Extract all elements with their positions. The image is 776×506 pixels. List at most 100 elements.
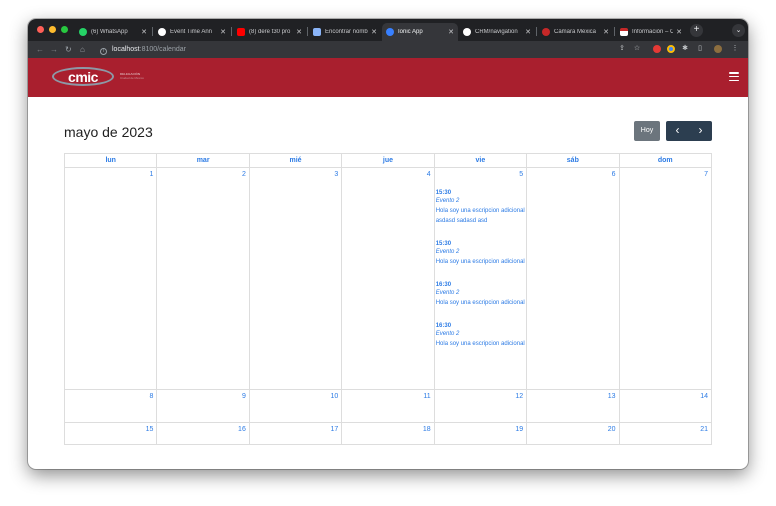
day-cell[interactable]: 6 [526,167,620,390]
day-cell[interactable]: 4 [341,167,435,390]
day-cell[interactable]: 13 [526,389,620,423]
day-number[interactable]: 1 [65,168,156,180]
day-number[interactable]: 21 [620,423,711,435]
calendar-event[interactable]: 16:30 Evento 2 Hola soy una escripcion a… [435,281,526,308]
day-cell[interactable]: 21 [618,422,713,445]
day-number[interactable]: 19 [435,423,526,435]
tab-camara-mexicana[interactable]: Cámara Mexica ✕ [538,23,613,41]
extensions-puzzle-icon[interactable]: ✱ [680,44,690,54]
day-cell[interactable]: 18 [341,422,435,445]
side-panel-icon[interactable]: ▯ [695,44,705,54]
tab-close-icon[interactable]: ✕ [296,28,302,36]
tab-title: Cámara Mexica [554,29,597,35]
weekday-header: sáb [526,153,620,168]
day-cell[interactable]: 7 [618,167,713,390]
tab-youtube[interactable]: (8) dere t30 pro ✕ [233,23,306,41]
site-info-icon[interactable]: i [100,48,107,55]
day-number[interactable]: 9 [157,390,248,402]
info-icon [620,28,628,36]
calendar-event[interactable]: 15:30 Evento 2 Hola soy una escripcion a… [435,189,526,226]
reload-icon[interactable]: ↻ [65,43,72,56]
prev-month-button[interactable]: ‹ [666,121,689,141]
day-cell[interactable]: 5 15:30 Evento 2 Hola soy una escripcion… [433,167,528,390]
day-number[interactable]: 6 [527,168,618,180]
day-number[interactable]: 10 [250,390,341,402]
day-cell[interactable]: 8 [63,389,158,423]
day-number[interactable]: 15 [65,423,156,435]
profile-avatar[interactable] [714,45,722,53]
tab-close-icon[interactable]: ✕ [676,28,682,36]
close-window-button[interactable] [37,26,44,33]
maximize-window-button[interactable] [61,26,68,33]
day-cell[interactable]: 19 [433,422,528,445]
home-icon[interactable]: ⌂ [80,43,85,56]
day-number[interactable]: 4 [342,168,433,180]
weekday-header: mar [156,153,250,168]
tab-close-icon[interactable]: ✕ [141,28,147,36]
tab-event-time[interactable]: Event Time Ann ✕ [154,23,230,41]
day-number[interactable]: 17 [250,423,341,435]
day-number[interactable]: 16 [157,423,248,435]
url-path: :8100/calendar [139,46,186,53]
address-bar[interactable]: i localhost:8100/calendar [100,43,186,56]
day-cell[interactable]: 16 [156,422,250,445]
day-number[interactable]: 20 [527,423,618,435]
day-number[interactable]: 14 [620,390,711,402]
logo-text: cmic [68,68,98,85]
new-tab-button[interactable]: + [690,24,703,37]
day-cell[interactable]: 9 [156,389,250,423]
tab-close-icon[interactable]: ✕ [448,28,454,36]
next-month-button[interactable]: › [689,121,712,141]
calendar-event[interactable]: 15:30 Evento 2 Hola soy una escripcion a… [435,240,526,267]
browser-menu-icon[interactable]: ⋮ [730,44,740,54]
day-number[interactable]: 8 [65,390,156,402]
tab-search-button[interactable]: ⌄ [732,24,745,37]
day-cell[interactable]: 14 [618,389,713,423]
share-icon[interactable]: ⇪ [617,44,627,54]
today-button[interactable]: Hoy [634,121,660,141]
day-cell[interactable]: 15 [63,422,158,445]
tab-crm-navigation[interactable]: CRM/navigation ✕ [459,23,535,41]
tab-divider [614,27,615,36]
day-cell[interactable]: 12 [433,389,528,423]
day-cell[interactable]: 11 [341,389,435,423]
day-number[interactable]: 18 [342,423,433,435]
tab-ionic-app[interactable]: Ionic App ✕ [382,23,458,41]
tab-divider [307,27,308,36]
day-cell[interactable]: 1 [63,167,158,390]
tab-close-icon[interactable]: ✕ [603,28,609,36]
tab-whatsapp[interactable]: (6) WhatsApp ✕ [75,23,151,41]
day-cell[interactable]: 3 [248,167,343,390]
day-number[interactable]: 13 [527,390,618,402]
tab-close-icon[interactable]: ✕ [371,28,377,36]
weekday-header-row: lun mar mié jue vie sáb dom [63,153,713,168]
tab-informacion[interactable]: Información – C ✕ [616,23,686,41]
chrome-extension-icon[interactable] [667,45,675,53]
cmic-logo[interactable]: cmic [52,67,114,86]
adblock-extension-icon[interactable] [653,45,661,53]
tab-close-icon[interactable]: ✕ [220,28,226,36]
bookmark-star-icon[interactable]: ☆ [632,44,642,54]
tab-encontrar[interactable]: Encontrar nomb ✕ [309,23,381,41]
day-cell[interactable]: 2 [156,167,250,390]
day-cell[interactable]: 20 [526,422,620,445]
forward-arrow-icon[interactable]: → [50,43,58,56]
day-cell[interactable]: 10 [248,389,343,423]
day-cell[interactable]: 17 [248,422,343,445]
day-number[interactable]: 2 [157,168,248,180]
day-number[interactable]: 7 [620,168,711,180]
menu-hamburger-icon[interactable] [729,72,739,81]
day-number[interactable]: 3 [250,168,341,180]
back-arrow-icon[interactable]: ← [36,43,44,56]
day-number[interactable]: 11 [342,390,433,402]
tab-title: Event Time Ann [170,29,213,35]
day-number[interactable]: 5 [435,168,526,180]
tab-close-icon[interactable]: ✕ [525,28,531,36]
minimize-window-button[interactable] [49,26,56,33]
day-number[interactable]: 12 [435,390,526,402]
calendar-event[interactable]: 16:30 Evento 2 Hola soy una escripcion a… [435,322,526,349]
logo-tag-line2: Ciudad de México [120,76,145,80]
weekday-header: jue [341,153,435,168]
event-time: 15:30 [435,241,452,247]
tab-title: (8) dere t30 pro [249,29,291,35]
